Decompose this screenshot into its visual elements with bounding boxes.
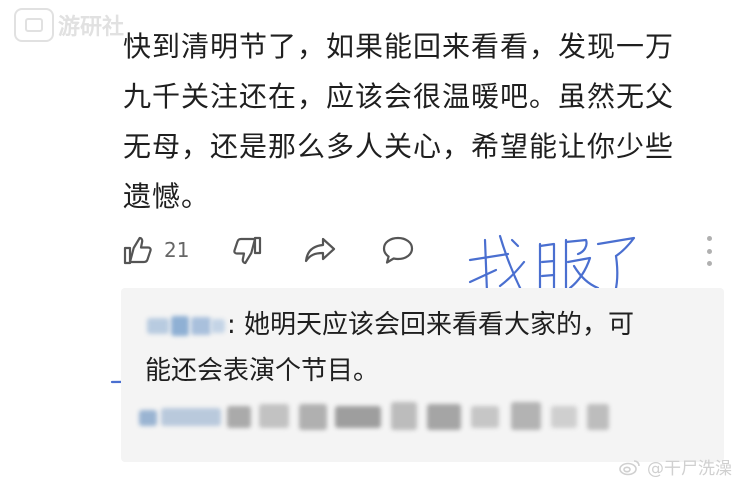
reply-text-line2: 能还会表演个节目。	[145, 356, 380, 386]
weibo-icon	[619, 459, 640, 475]
reply-author-blurred[interactable]	[145, 314, 227, 338]
annotation-stroke	[564, 238, 588, 256]
reply-content: : 她明天应该会回来看看大家的，可 能还会表演个节目。	[145, 302, 705, 394]
annotation-stroke	[540, 273, 556, 278]
reply-second-blurred[interactable]	[139, 396, 699, 436]
weibo-watermark: @干尸洗澡	[619, 454, 732, 479]
annotation-stroke	[510, 238, 520, 248]
annotation-stroke	[540, 259, 556, 264]
annotation-stroke	[468, 268, 498, 284]
annotation-stroke	[498, 260, 526, 288]
weibo-watermark-text: @干尸洗澡	[647, 459, 732, 479]
annotation-stroke	[596, 236, 636, 258]
annotation-stroke	[483, 238, 489, 294]
reply-box[interactable]: : 她明天应该会回来看看大家的，可 能还会表演个节目。	[121, 288, 724, 462]
reply-text-line1: : 她明天应该会回来看看大家的，可	[227, 310, 635, 340]
annotation-stroke	[468, 252, 510, 262]
annotation-stroke	[538, 242, 556, 294]
